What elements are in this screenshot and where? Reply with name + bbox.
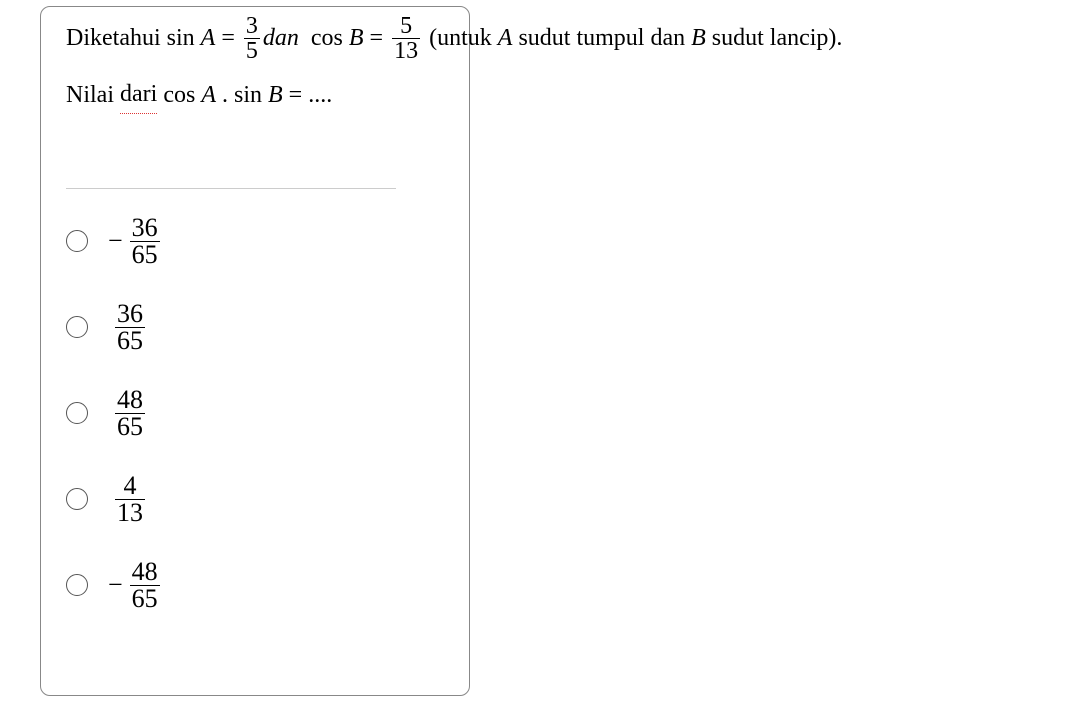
- option-3-den: 65: [115, 413, 145, 440]
- option-1-sign: −: [108, 226, 123, 256]
- frac1-den: 5: [244, 38, 260, 63]
- radio-icon[interactable]: [66, 316, 88, 338]
- option-5-fraction: 48 65: [130, 559, 160, 612]
- var-A: A: [201, 19, 216, 57]
- var-A-2: A: [201, 76, 216, 114]
- option-2[interactable]: 36 65: [66, 299, 396, 355]
- radio-icon[interactable]: [66, 230, 88, 252]
- radio-icon[interactable]: [66, 574, 88, 596]
- text-nilai: Nilai: [66, 76, 120, 114]
- option-1-content: − 36 65: [108, 215, 163, 268]
- option-4-num: 4: [122, 473, 139, 499]
- text-acute: sudut lancip).: [706, 19, 843, 57]
- text-dari: dari: [120, 75, 157, 114]
- option-5-sign: −: [108, 570, 123, 600]
- option-3[interactable]: 48 65: [66, 385, 396, 441]
- text-cos2: cos: [157, 76, 195, 114]
- option-1-num: 36: [130, 215, 160, 241]
- option-2-den: 65: [115, 327, 145, 354]
- fraction-5-13: 5 13: [392, 14, 420, 63]
- option-1[interactable]: − 36 65: [66, 213, 396, 269]
- text-sin2: sin: [234, 76, 262, 114]
- option-4-den: 13: [115, 499, 145, 526]
- paren-var-A: A: [498, 19, 513, 57]
- radio-icon[interactable]: [66, 402, 88, 424]
- option-1-den: 65: [130, 241, 160, 268]
- frac1-num: 3: [244, 14, 260, 38]
- option-5-content: − 48 65: [108, 559, 163, 612]
- text-diketahui: Diketahui: [66, 19, 167, 57]
- option-2-content: 36 65: [108, 301, 148, 354]
- text-dot: .: [216, 76, 234, 114]
- var-B-2: B: [268, 76, 283, 114]
- text-tail: = ....: [283, 76, 333, 114]
- text-obtuse: sudut tumpul dan: [512, 19, 691, 57]
- text-sin: sin: [167, 19, 195, 57]
- option-2-num: 36: [115, 301, 145, 327]
- option-5-den: 65: [130, 585, 160, 612]
- option-3-fraction: 48 65: [115, 387, 145, 440]
- text-dan: dan: [263, 19, 305, 57]
- option-5[interactable]: − 48 65: [66, 557, 396, 613]
- text-eq1: =: [215, 19, 241, 57]
- frac2-num: 5: [398, 14, 414, 38]
- options-block: − 36 65 36 65 48 65: [66, 188, 396, 643]
- text-eq2: =: [364, 19, 390, 57]
- options-divider: [66, 188, 396, 189]
- option-2-fraction: 36 65: [115, 301, 145, 354]
- option-4-fraction: 4 13: [115, 473, 145, 526]
- var-B: B: [349, 19, 364, 57]
- question-text: Diketahui sin A = 3 5 dan cos B = 5 13 (…: [66, 14, 842, 114]
- paren-var-B: B: [691, 19, 706, 57]
- option-3-num: 48: [115, 387, 145, 413]
- option-3-content: 48 65: [108, 387, 148, 440]
- frac2-den: 13: [392, 38, 420, 63]
- text-paren-open: (untuk: [423, 19, 498, 57]
- option-1-fraction: 36 65: [130, 215, 160, 268]
- text-cos: cos: [305, 19, 343, 57]
- option-4-content: 4 13: [108, 473, 148, 526]
- radio-icon[interactable]: [66, 488, 88, 510]
- question-line-2: Nilai dari cos A . sin B = ....: [66, 75, 842, 114]
- option-5-num: 48: [130, 559, 160, 585]
- option-4[interactable]: 4 13: [66, 471, 396, 527]
- question-line-1: Diketahui sin A = 3 5 dan cos B = 5 13 (…: [66, 14, 842, 63]
- fraction-3-5: 3 5: [244, 14, 260, 63]
